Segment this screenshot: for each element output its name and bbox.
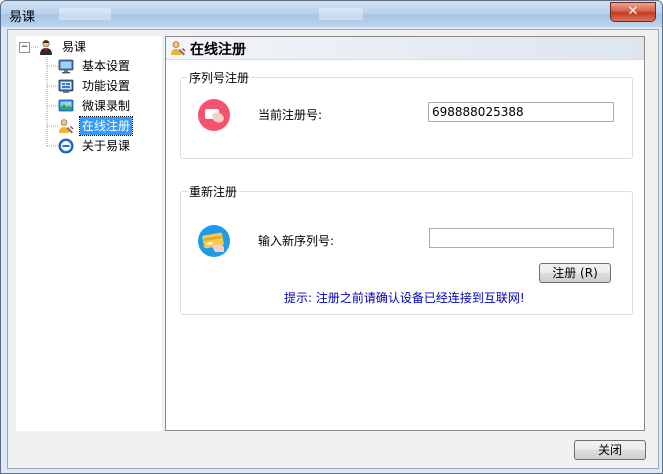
online-register-panel: 在线注册 序列号注册 当前注册号: 698888025388 重新注册 输入新序… [165,36,645,431]
tree-item-label: 微课录制 [82,99,131,113]
group-title: 重新注册 [187,183,240,200]
teacher-icon [40,39,52,55]
title-bar[interactable]: 易课 ✕ [1,1,662,27]
title-ghost-text-2 [319,8,363,20]
panel-title: 在线注册 [190,42,246,58]
close-button[interactable]: 关闭 [574,440,646,460]
serial-register-group: 序列号注册 当前注册号: 698888025388 [180,69,633,159]
dialog-body: − 易课 基本设置 功能设置 微课录制 在线注册 关于易课 在线注册 序列号注册… [7,29,659,469]
user-register-icon [59,119,74,134]
tree-item-label: 关于易课 [82,139,131,153]
new-serial-label: 输入新序列号: [258,234,335,248]
tree-item-label: 基本设置 [82,59,131,73]
panel-header: 在线注册 [166,37,644,60]
tree-item-label: 在线注册 [78,116,134,136]
about-icon [58,138,74,154]
window-close-button[interactable]: ✕ [610,2,656,22]
window-title: 易课 [9,10,36,25]
title-ghost-text [59,8,111,20]
tree-root-label: 易课 [62,40,87,54]
current-serial-label: 当前注册号: [258,108,323,122]
reregister-group: 重新注册 输入新序列号: 注册 (R) 提示: 注册之前请确认设备已经连接到互联… [180,183,633,315]
register-button[interactable]: 注册 (R) [539,263,611,283]
settings-screen-icon [58,79,74,93]
tree-collapse-toggle[interactable]: − [19,42,30,53]
settings-tree: − 易课 基本设置 功能设置 微课录制 在线注册 关于易课 [16,36,162,431]
recording-icon [58,99,74,112]
app-window: 易课 ✕ − 易课 基本设置 功能设置 微课录制 在线注册 关于易课 在线注册 … [0,0,663,474]
user-register-icon [171,41,186,56]
register-hint: 提示: 注册之前请确认设备已经连接到互联网! [284,291,525,305]
monitor-icon [58,59,74,74]
group-title: 序列号注册 [187,69,252,86]
new-serial-input[interactable] [429,228,614,248]
credit-card-icon [198,225,230,257]
tree-item-label: 功能设置 [82,79,131,93]
registration-card-icon [198,99,230,131]
current-serial-field[interactable]: 698888025388 [428,102,614,122]
